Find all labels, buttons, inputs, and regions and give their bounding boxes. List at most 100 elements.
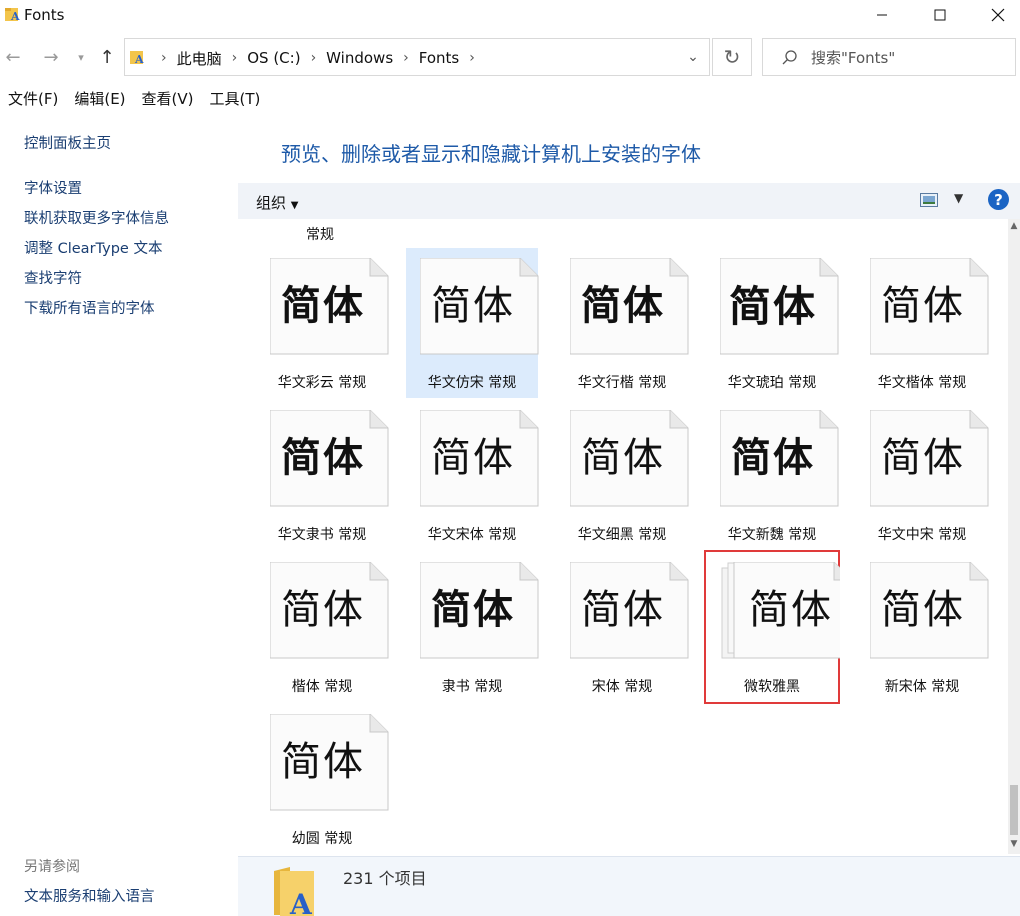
- forward-button[interactable]: →: [40, 46, 62, 68]
- cleartype-link[interactable]: 调整 ClearType 文本: [24, 237, 162, 258]
- item-count: 231 个项目: [343, 869, 427, 888]
- svg-text:A: A: [134, 53, 144, 65]
- font-label: 华文楷体 常规: [877, 375, 967, 391]
- breadcrumb-item[interactable]: Fonts: [419, 49, 459, 67]
- breadcrumb-item[interactable]: OS (C:): [247, 49, 300, 67]
- text-services-link[interactable]: 文本服务和输入语言: [24, 885, 155, 906]
- font-item[interactable]: 简体 华文新魏 常规: [706, 400, 839, 550]
- font-sample: 简体: [581, 283, 665, 329]
- view-dropdown-button[interactable]: ▼: [954, 191, 963, 205]
- font-label: 隶书 常规: [441, 679, 503, 695]
- font-label: 微软雅黑: [744, 679, 800, 695]
- font-item[interactable]: 简体 新宋体 常规: [856, 552, 989, 702]
- search-box[interactable]: [762, 38, 1016, 76]
- font-item[interactable]: 简体 微软雅黑: [704, 550, 840, 704]
- font-grid: 常规 简体 华文彩云 常规 简体 华文仿宋 常规 简体 华文行楷 常规 简体 华文琥珀 常规简…: [238, 219, 1008, 854]
- font-item[interactable]: 简体 华文彩云 常规: [256, 248, 389, 398]
- font-sample: 简体: [881, 283, 965, 329]
- font-sample: 简体: [281, 283, 365, 329]
- font-sample: 简体: [581, 587, 665, 633]
- chevron-right-icon: ›: [469, 50, 475, 66]
- svg-text:A: A: [10, 10, 20, 22]
- search-input[interactable]: [811, 47, 1001, 69]
- search-icon: [782, 50, 797, 65]
- arrow-left-icon: ←: [5, 46, 21, 68]
- close-button[interactable]: [968, 0, 1020, 30]
- details-pane: A 231 个项目: [238, 856, 1020, 916]
- left-pane: 控制面板主页 字体设置 联机获取更多字体信息 调整 ClearType 文本 查…: [0, 118, 238, 915]
- caret-down-icon: ▼: [290, 200, 299, 211]
- view-icon[interactable]: [920, 193, 938, 207]
- font-item[interactable]: 简体 幼圆 常规: [256, 704, 389, 854]
- font-item[interactable]: 简体 隶书 常规: [406, 552, 539, 702]
- font-item[interactable]: 简体 华文琥珀 常规: [706, 248, 839, 398]
- see-also-title: 另请参阅: [24, 859, 80, 875]
- breadcrumb-item[interactable]: 此电脑: [177, 48, 222, 69]
- fonts-folder-icon: A: [130, 51, 144, 65]
- font-item[interactable]: 简体 宋体 常规: [556, 552, 689, 702]
- font-item[interactable]: 简体 华文细黑 常规: [556, 400, 689, 550]
- help-icon[interactable]: ?: [988, 189, 1009, 210]
- font-label: 华文细黑 常规: [577, 527, 667, 543]
- back-button[interactable]: ←: [2, 46, 24, 68]
- font-label-partial: 常规: [306, 227, 334, 243]
- arrow-up-icon: ↑: [99, 46, 115, 68]
- breadcrumb-item[interactable]: Windows: [326, 49, 393, 67]
- chevron-right-icon: ›: [310, 50, 317, 66]
- minimize-button[interactable]: [852, 0, 912, 30]
- font-item[interactable]: 简体 华文中宋 常规: [856, 400, 989, 550]
- chevron-down-icon: ▾: [78, 50, 84, 64]
- address-dropdown-button[interactable]: ⌄: [684, 38, 702, 76]
- font-sample: 简体: [581, 435, 665, 481]
- address-bar[interactable]: A › 此电脑 › OS (C:) › Windows › Fonts ›: [124, 38, 710, 76]
- font-label: 华文宋体 常规: [427, 527, 517, 543]
- scroll-down-icon[interactable]: ▼: [1008, 839, 1020, 849]
- chevron-right-icon: ›: [161, 50, 167, 66]
- chevron-right-icon: ›: [231, 50, 238, 66]
- font-sample: 简体: [881, 435, 965, 481]
- caret-down-icon: ▼: [954, 191, 964, 205]
- menu-tools[interactable]: 工具(T): [202, 86, 269, 110]
- font-sample: 简体: [431, 587, 515, 633]
- menu-view[interactable]: 查看(V): [134, 86, 202, 110]
- window-title: Fonts: [24, 6, 65, 24]
- download-fonts-link[interactable]: 下载所有语言的字体: [24, 297, 155, 318]
- font-label: 宋体 常规: [591, 679, 653, 695]
- arrow-right-icon: →: [43, 46, 59, 68]
- menu-file[interactable]: 文件(F): [0, 86, 66, 110]
- fonts-folder-icon: A: [274, 867, 314, 916]
- vertical-scrollbar[interactable]: ▲ ▼: [1008, 219, 1020, 854]
- font-label: 新宋体 常规: [884, 679, 960, 695]
- close-icon: [991, 8, 1005, 22]
- font-label: 华文行楷 常规: [577, 375, 667, 391]
- up-button[interactable]: ↑: [96, 46, 118, 68]
- scrollbar-thumb[interactable]: [1010, 785, 1018, 835]
- scroll-up-icon[interactable]: ▲: [1008, 221, 1020, 231]
- font-sample: 简体: [431, 283, 515, 329]
- font-item[interactable]: 简体 华文宋体 常规: [406, 400, 539, 550]
- font-label: 楷体 常规: [291, 679, 353, 695]
- breadcrumb: › 此电脑 › OS (C:) › Windows › Fonts ›: [151, 39, 485, 77]
- font-item[interactable]: 简体 华文仿宋 常规: [406, 248, 539, 398]
- refresh-icon: ↻: [723, 45, 741, 69]
- font-sample: 简体: [881, 587, 965, 633]
- font-label: 华文仿宋 常规: [427, 375, 517, 391]
- font-item[interactable]: 简体 华文隶书 常规: [256, 400, 389, 550]
- organize-button[interactable]: 组织 ▼: [256, 192, 299, 213]
- maximize-button[interactable]: [910, 0, 970, 30]
- control-panel-home-link[interactable]: 控制面板主页: [24, 132, 111, 153]
- title-bar: A Fonts: [0, 0, 1020, 30]
- organize-label: 组织: [256, 194, 287, 212]
- get-more-fonts-link[interactable]: 联机获取更多字体信息: [24, 207, 169, 228]
- font-item[interactable]: 简体 楷体 常规: [256, 552, 389, 702]
- font-settings-link[interactable]: 字体设置: [24, 177, 82, 198]
- recent-locations-button[interactable]: ▾: [70, 46, 92, 68]
- font-item[interactable]: 简体 华文楷体 常规: [856, 248, 989, 398]
- fonts-folder-icon: A: [5, 8, 20, 22]
- font-label: 幼圆 常规: [291, 831, 353, 847]
- find-character-link[interactable]: 查找字符: [24, 267, 82, 288]
- menu-edit[interactable]: 编辑(E): [66, 86, 133, 110]
- chevron-down-icon: ⌄: [687, 49, 699, 65]
- refresh-button[interactable]: ↻: [712, 38, 752, 76]
- font-item[interactable]: 简体 华文行楷 常规: [556, 248, 689, 398]
